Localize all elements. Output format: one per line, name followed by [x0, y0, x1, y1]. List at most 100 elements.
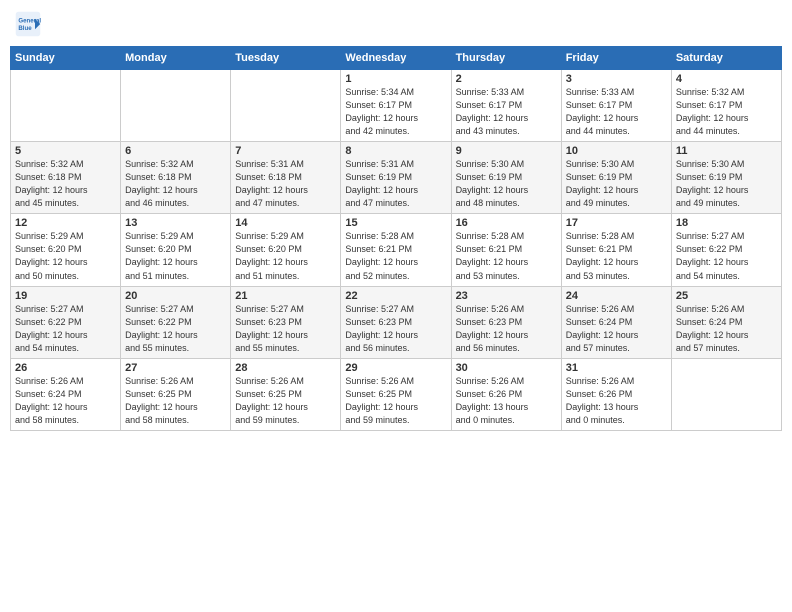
- day-info-line: Daylight: 12 hours: [125, 185, 198, 195]
- day-info-line: Sunrise: 5:33 AM: [456, 87, 525, 97]
- day-info-line: Sunrise: 5:29 AM: [125, 231, 194, 241]
- day-info: Sunrise: 5:26 AMSunset: 6:23 PMDaylight:…: [456, 303, 557, 355]
- day-info-line: and 49 minutes.: [676, 198, 740, 208]
- day-info-line: Sunrise: 5:26 AM: [456, 304, 525, 314]
- day-info-line: Sunset: 6:18 PM: [125, 172, 192, 182]
- day-info-line: and 53 minutes.: [566, 271, 630, 281]
- day-number: 8: [345, 145, 446, 157]
- day-cell: 17Sunrise: 5:28 AMSunset: 6:21 PMDayligh…: [561, 214, 671, 286]
- header-cell-friday: Friday: [561, 47, 671, 70]
- calendar-table: SundayMondayTuesdayWednesdayThursdayFrid…: [10, 46, 782, 431]
- week-row-4: 19Sunrise: 5:27 AMSunset: 6:22 PMDayligh…: [11, 286, 782, 358]
- day-number: 9: [456, 145, 557, 157]
- day-info-line: Sunset: 6:26 PM: [566, 389, 633, 399]
- day-info-line: Sunrise: 5:27 AM: [125, 304, 194, 314]
- day-number: 28: [235, 362, 336, 374]
- day-info-line: Sunset: 6:22 PM: [676, 244, 743, 254]
- day-info: Sunrise: 5:28 AMSunset: 6:21 PMDaylight:…: [456, 230, 557, 282]
- day-info-line: Sunset: 6:23 PM: [235, 317, 302, 327]
- day-info-line: Sunrise: 5:28 AM: [345, 231, 414, 241]
- day-info-line: Daylight: 12 hours: [15, 330, 88, 340]
- svg-text:Blue: Blue: [18, 25, 32, 32]
- header-cell-tuesday: Tuesday: [231, 47, 341, 70]
- day-info-line: Daylight: 12 hours: [345, 257, 418, 267]
- day-info-line: Sunrise: 5:28 AM: [456, 231, 525, 241]
- day-info: Sunrise: 5:26 AMSunset: 6:25 PMDaylight:…: [125, 375, 226, 427]
- day-info-line: Sunrise: 5:34 AM: [345, 87, 414, 97]
- day-info-line: and 50 minutes.: [15, 271, 79, 281]
- day-info-line: Sunset: 6:24 PM: [676, 317, 743, 327]
- day-info-line: and 54 minutes.: [15, 343, 79, 353]
- day-number: 12: [15, 217, 116, 229]
- header: General Blue: [10, 10, 782, 38]
- day-info-line: and 57 minutes.: [566, 343, 630, 353]
- day-info-line: Sunset: 6:17 PM: [566, 100, 633, 110]
- day-info-line: Daylight: 12 hours: [456, 330, 529, 340]
- day-info-line: Sunset: 6:21 PM: [566, 244, 633, 254]
- day-cell: 4Sunrise: 5:32 AMSunset: 6:17 PMDaylight…: [671, 70, 781, 142]
- day-info: Sunrise: 5:29 AMSunset: 6:20 PMDaylight:…: [235, 230, 336, 282]
- calendar-header: SundayMondayTuesdayWednesdayThursdayFrid…: [11, 47, 782, 70]
- day-number: 2: [456, 73, 557, 85]
- day-info: Sunrise: 5:32 AMSunset: 6:18 PMDaylight:…: [15, 158, 116, 210]
- day-cell: 15Sunrise: 5:28 AMSunset: 6:21 PMDayligh…: [341, 214, 451, 286]
- day-info-line: Sunrise: 5:26 AM: [676, 304, 745, 314]
- day-info-line: and 54 minutes.: [676, 271, 740, 281]
- day-info-line: and 53 minutes.: [456, 271, 520, 281]
- header-cell-wednesday: Wednesday: [341, 47, 451, 70]
- day-info-line: Sunrise: 5:32 AM: [676, 87, 745, 97]
- day-info-line: and 52 minutes.: [345, 271, 409, 281]
- day-cell: 28Sunrise: 5:26 AMSunset: 6:25 PMDayligh…: [231, 358, 341, 430]
- day-number: 27: [125, 362, 226, 374]
- day-number: 5: [15, 145, 116, 157]
- day-number: 10: [566, 145, 667, 157]
- day-info-line: Sunset: 6:19 PM: [456, 172, 523, 182]
- day-info-line: and 44 minutes.: [566, 126, 630, 136]
- day-info-line: Sunrise: 5:26 AM: [566, 376, 635, 386]
- day-info: Sunrise: 5:26 AM Sunset: 6:26 PM Daylight:…: [566, 375, 667, 427]
- day-number: 23: [456, 290, 557, 302]
- day-cell: [121, 70, 231, 142]
- day-number: 20: [125, 290, 226, 302]
- day-info: Sunrise: 5:27 AMSunset: 6:23 PMDaylight:…: [345, 303, 446, 355]
- day-number: 17: [566, 217, 667, 229]
- day-info-line: Sunset: 6:23 PM: [345, 317, 412, 327]
- day-cell: 19Sunrise: 5:27 AMSunset: 6:22 PMDayligh…: [11, 286, 121, 358]
- day-info: Sunrise: 5:26 AMSunset: 6:25 PMDaylight:…: [345, 375, 446, 427]
- day-info-line: and 47 minutes.: [345, 198, 409, 208]
- day-info-line: Daylight: 12 hours: [15, 185, 88, 195]
- day-info-line: and 0 minutes.: [456, 415, 515, 425]
- day-info-line: Daylight: 12 hours: [676, 113, 749, 123]
- day-info-line: Sunrise: 5:30 AM: [566, 159, 635, 169]
- logo-icon: General Blue: [14, 10, 42, 38]
- day-info-line: Daylight: 12 hours: [125, 257, 198, 267]
- day-number: 21: [235, 290, 336, 302]
- day-info-line: Sunset: 6:21 PM: [456, 244, 523, 254]
- logo: General Blue: [14, 10, 46, 38]
- day-info-line: Daylight: 12 hours: [345, 402, 418, 412]
- header-cell-thursday: Thursday: [451, 47, 561, 70]
- day-cell: 9Sunrise: 5:30 AMSunset: 6:19 PMDaylight…: [451, 142, 561, 214]
- week-row-1: 1Sunrise: 5:34 AMSunset: 6:17 PMDaylight…: [11, 70, 782, 142]
- day-info: Sunrise: 5:27 AMSunset: 6:22 PMDaylight:…: [125, 303, 226, 355]
- day-info-line: and 45 minutes.: [15, 198, 79, 208]
- day-info-line: Sunset: 6:18 PM: [235, 172, 302, 182]
- day-info-line: Sunrise: 5:29 AM: [15, 231, 84, 241]
- day-info-line: Sunrise: 5:28 AM: [566, 231, 635, 241]
- day-info: Sunrise: 5:31 AMSunset: 6:18 PMDaylight:…: [235, 158, 336, 210]
- day-info-line: Sunset: 6:24 PM: [566, 317, 633, 327]
- day-number: 29: [345, 362, 446, 374]
- day-info-line: Daylight: 12 hours: [676, 330, 749, 340]
- header-cell-saturday: Saturday: [671, 47, 781, 70]
- day-number: 14: [235, 217, 336, 229]
- day-info: Sunrise: 5:30 AMSunset: 6:19 PMDaylight:…: [566, 158, 667, 210]
- day-info-line: Sunset: 6:17 PM: [345, 100, 412, 110]
- day-info-line: Sunrise: 5:31 AM: [345, 159, 414, 169]
- day-info-line: Daylight: 13 hours: [566, 402, 639, 412]
- day-info-line: Daylight: 12 hours: [676, 185, 749, 195]
- day-info: Sunrise: 5:29 AMSunset: 6:20 PMDaylight:…: [125, 230, 226, 282]
- day-info-line: Daylight: 12 hours: [345, 330, 418, 340]
- day-info: Sunrise: 5:26 AMSunset: 6:24 PMDaylight:…: [566, 303, 667, 355]
- day-info-line: Daylight: 12 hours: [566, 330, 639, 340]
- day-number: 22: [345, 290, 446, 302]
